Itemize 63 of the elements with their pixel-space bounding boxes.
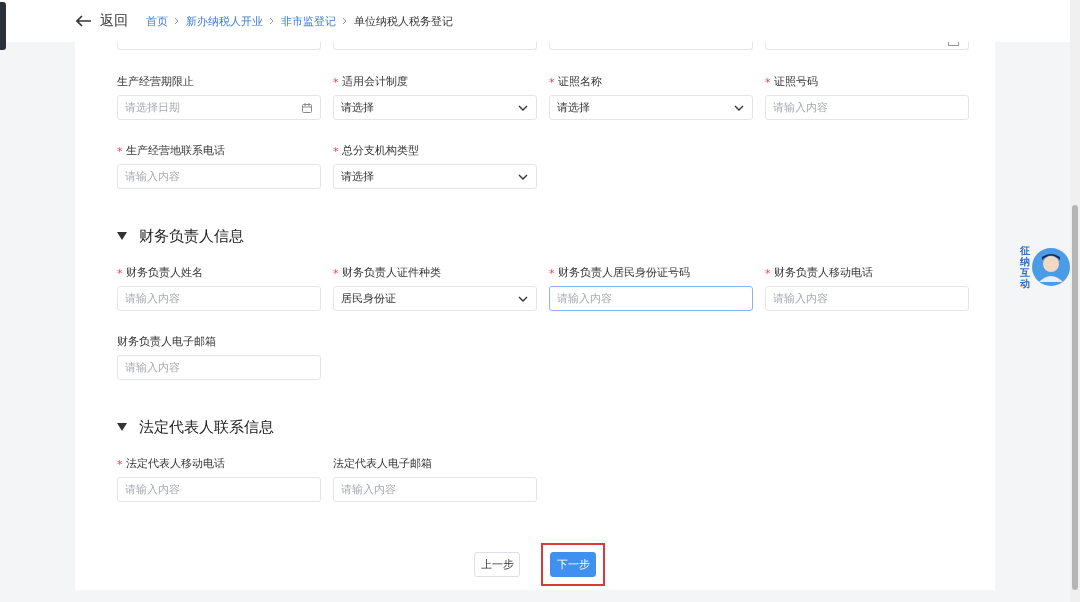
chevron-icon bbox=[342, 17, 348, 25]
date-field[interactable]: 请选择日期 bbox=[117, 95, 321, 120]
required-mark: * bbox=[333, 267, 339, 279]
breadcrumb-link[interactable]: 新办纳税人开业 bbox=[186, 13, 263, 29]
collapse-triangle-icon[interactable] bbox=[117, 232, 127, 240]
input-field[interactable]: 请输入内容 bbox=[117, 286, 321, 311]
breadcrumb-link[interactable]: 非市监登记 bbox=[281, 13, 336, 29]
back-button[interactable]: 返回 bbox=[76, 12, 128, 30]
select-field-edge[interactable] bbox=[549, 42, 753, 50]
app-tab-icon[interactable] bbox=[0, 2, 6, 50]
select-field-edge[interactable] bbox=[117, 42, 321, 50]
select-field[interactable]: 请选择 bbox=[333, 95, 537, 120]
field-label: 证照名称 bbox=[557, 74, 602, 90]
select-field[interactable]: 请选择 bbox=[549, 95, 753, 120]
input-field[interactable]: 请输入内容 bbox=[333, 477, 537, 502]
field-label: 总分支机构类型 bbox=[341, 143, 419, 159]
field-label: 法定代表人移动电话 bbox=[125, 456, 225, 472]
section-title: 财务负责人信息 bbox=[139, 226, 244, 246]
field-label: 财务负责人居民身份证号码 bbox=[557, 265, 690, 281]
field-label: 财务负责人移动电话 bbox=[773, 265, 873, 281]
field-label: 生产经营地联系电话 bbox=[125, 143, 225, 159]
field-label: 财务负责人电子邮箱 bbox=[117, 334, 216, 350]
date-field-edge[interactable] bbox=[765, 42, 969, 50]
required-mark: * bbox=[549, 267, 555, 279]
input-field[interactable]: 请输入内容 bbox=[549, 286, 753, 311]
required-mark: * bbox=[117, 458, 123, 470]
collapse-triangle-icon[interactable] bbox=[117, 423, 127, 431]
breadcrumb-current: 单位纳税人税务登记 bbox=[354, 13, 453, 29]
required-mark: * bbox=[765, 267, 771, 279]
field-label: 财务负责人证件种类 bbox=[341, 265, 441, 281]
chevron-down-icon bbox=[518, 173, 528, 180]
breadcrumb-link[interactable]: 首页 bbox=[146, 13, 168, 29]
input-field-edge[interactable] bbox=[333, 42, 537, 50]
chevron-down-icon bbox=[734, 104, 744, 111]
field-label: 生产经营期限止 bbox=[117, 74, 194, 90]
field-label: 适用会计制度 bbox=[341, 74, 408, 90]
input-field[interactable]: 请输入内容 bbox=[117, 355, 321, 380]
chevron-icon bbox=[269, 17, 275, 25]
previous-button[interactable]: 上一步 bbox=[474, 552, 520, 577]
back-arrow-icon bbox=[76, 15, 92, 27]
section-title: 法定代表人联系信息 bbox=[139, 417, 274, 437]
required-mark: * bbox=[333, 76, 339, 88]
select-field[interactable]: 请选择 bbox=[333, 164, 537, 189]
input-field[interactable]: 请输入内容 bbox=[765, 286, 969, 311]
required-mark: * bbox=[117, 145, 123, 157]
scrollbar[interactable] bbox=[1070, 0, 1080, 602]
required-mark: * bbox=[117, 267, 123, 279]
avatar-icon[interactable] bbox=[1032, 248, 1070, 286]
input-field[interactable]: 请输入内容 bbox=[117, 477, 321, 502]
chevron-down-icon bbox=[518, 295, 528, 302]
field-label: 证照号码 bbox=[773, 74, 818, 90]
input-field[interactable]: 请输入内容 bbox=[117, 164, 321, 189]
chevron-icon bbox=[174, 17, 180, 25]
field-label: 财务负责人姓名 bbox=[125, 265, 203, 281]
input-field[interactable]: 请输入内容 bbox=[765, 95, 969, 120]
required-mark: * bbox=[765, 76, 771, 88]
badge-label: 征纳互动 bbox=[1020, 245, 1030, 289]
field-label: 法定代表人电子邮箱 bbox=[333, 456, 432, 472]
required-mark: * bbox=[333, 145, 339, 157]
required-mark: * bbox=[549, 76, 555, 88]
next-button[interactable]: 下一步 bbox=[550, 552, 596, 577]
chevron-down-icon bbox=[518, 104, 528, 111]
select-field[interactable]: 居民身份证 bbox=[333, 286, 537, 311]
